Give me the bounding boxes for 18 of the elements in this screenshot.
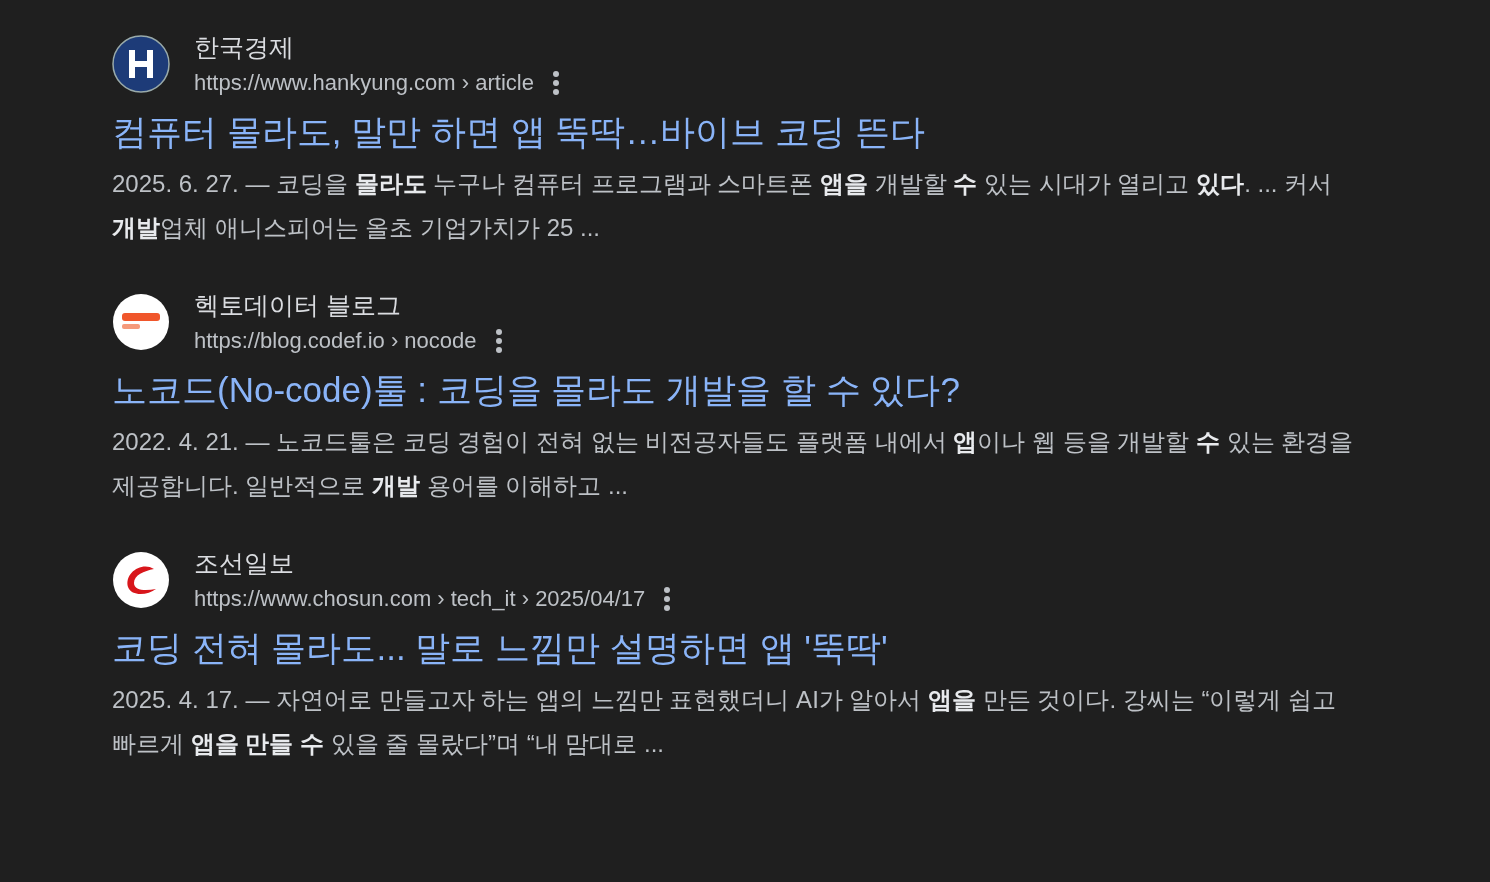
- logo-icon: [112, 293, 170, 351]
- result-url: https://blog.codef.io › nocode: [194, 327, 477, 355]
- result-title-link[interactable]: 노코드(No-code)툴 : 코딩을 몰라도 개발을 할 수 있다?: [112, 364, 960, 416]
- site-name: 한국경제: [194, 32, 295, 63]
- result-snippet: 2022. 4. 21. — 노코드툴은 코딩 경험이 전혀 없는 비전공자들도 플랫폼 내에서 앱이나 웹 등을 개발할 수 있는 환경을 제공합니다. 일반적으로 개발 용어를 이해하고 ...: [112, 427, 1355, 501]
- logo-icon: [112, 551, 170, 609]
- more-options-icon[interactable]: [551, 70, 560, 96]
- result-snippet: 2025. 6. 27. — 코딩을 몰라도 누구나 컴퓨터 프로그램과 스마트폰 앱을 개발할 수 있는 시대가 열리고 있다. ... 커서 개발업체 애니스피어는 올초 기업가치가 25 ...: [112, 169, 1334, 243]
- site-name: 헥토데이터 블로그: [194, 290, 402, 321]
- more-options-icon[interactable]: [494, 328, 503, 354]
- more-options-icon[interactable]: [663, 586, 672, 612]
- site-name: 조선일보: [194, 548, 295, 579]
- result-url: https://www.hankyung.com › article: [194, 69, 534, 97]
- result-title-link[interactable]: 컴퓨터 몰라도, 말만 하면 앱 뚝딱…바이브 코딩 뜬다: [112, 106, 925, 158]
- result-title-link[interactable]: 코딩 전혀 몰라도... 말로 느낌만 설명하면 앱 '뚝딱': [112, 622, 888, 674]
- result-snippet: 2025. 4. 17. — 자연어로 만들고자 하는 앱의 느낌만 표현했더니 AI가 알아서 앱을 만든 것이다. 강씨는 “이렇게 쉽고 빠르게 앱을 만들 수 있을 줄 몰랐다”며 “내 맘대로 ...: [112, 685, 1338, 759]
- result-url: https://www.chosun.com › tech_it › 2025/04/17: [194, 585, 646, 613]
- logo-icon: [112, 35, 170, 93]
